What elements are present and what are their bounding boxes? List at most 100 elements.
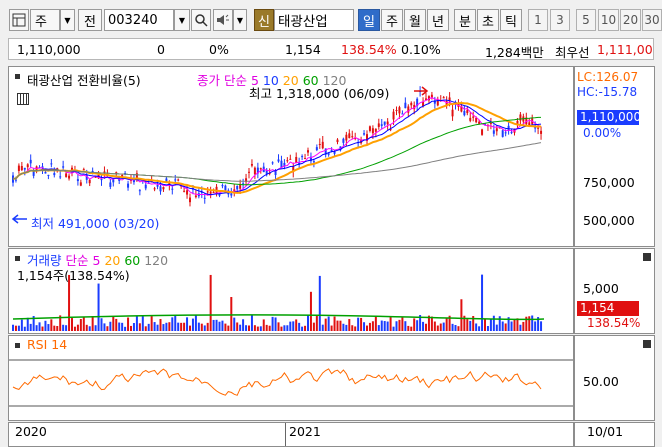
sin-badge[interactable]: 신 (254, 9, 274, 31)
price-ma20-line (12, 101, 541, 194)
price-candle (398, 107, 401, 114)
rsi-chart-panel[interactable]: RSI 14 (8, 335, 574, 421)
mode-label: 주 (35, 14, 47, 30)
period-year-button[interactable]: 년 (427, 9, 449, 31)
volume-bar (439, 323, 442, 331)
volume-bar (531, 315, 534, 331)
volume-bar (206, 322, 209, 331)
volume-bar (212, 319, 215, 331)
interval-3-label: 3 (556, 13, 564, 27)
price-candle (451, 109, 454, 117)
volume-bar (165, 322, 168, 331)
volume-bar (380, 320, 383, 331)
sound-dropdown-icon[interactable]: ▼ (233, 9, 247, 31)
volume-bar (371, 321, 374, 331)
volume-bar (277, 322, 280, 331)
volume-bar (410, 326, 413, 331)
period-week-button[interactable]: 주 (381, 9, 403, 31)
volume-bar (180, 322, 183, 331)
volume-bar (82, 316, 85, 331)
volume-bar (138, 323, 141, 331)
price-chart-panel[interactable]: 태광산업 전환비율(5) 종가 단순 5 10 20 60 120 최고 1,3… (8, 66, 574, 247)
chart-layout-icon[interactable] (9, 9, 29, 31)
volume-bar (168, 322, 171, 331)
volume-axis: 5,000 1,154 138.54% (574, 248, 655, 334)
volume-bar (265, 324, 268, 331)
volume-bar (56, 326, 59, 331)
jeon-label: 전 (84, 14, 96, 30)
volume-bar (218, 321, 221, 331)
volume-bar (233, 317, 236, 331)
unit-second-button[interactable]: 초 (477, 9, 499, 31)
trade-amount: 1,284백만 (485, 45, 544, 60)
lc-value: LC:126.07 (577, 70, 639, 84)
price-candle (289, 158, 292, 160)
mode-dropdown-icon[interactable]: ▼ (60, 9, 75, 31)
search-icon[interactable] (191, 9, 211, 31)
panel-marker-icon (15, 74, 20, 79)
volume-bar (442, 322, 445, 331)
price-candle (194, 195, 197, 198)
interval-30-button[interactable]: 30 (642, 9, 662, 31)
price-candle (504, 132, 507, 134)
volume-bar (501, 321, 504, 331)
change-percent: 0% (209, 42, 229, 57)
volume-bar (17, 325, 20, 331)
volume-bar (100, 318, 103, 331)
volume-bar (339, 320, 342, 331)
vma120-label: 120 (144, 253, 169, 268)
volume-bar (345, 324, 348, 331)
volume-bar (118, 322, 121, 331)
price-candle (463, 111, 466, 116)
panel-close-icon[interactable] (643, 253, 651, 261)
period-day-button[interactable]: 일 (358, 9, 380, 31)
volume-bar (489, 318, 492, 331)
volume-bar (177, 322, 180, 331)
volume-bar (171, 317, 174, 331)
interval-10-button[interactable]: 10 (598, 9, 619, 31)
quote-info-bar: 1,110,000 0 0% 1,154 138.54% 0.10% 1,284… (8, 38, 654, 60)
volume-bar (478, 326, 481, 331)
interval-1-button[interactable]: 1 (528, 9, 548, 31)
stock-code-input[interactable]: 003240 (104, 9, 174, 31)
ma-indicator-name: 종가 단순 (197, 73, 247, 88)
volume-bar (274, 317, 277, 331)
interval-3-button[interactable]: 3 (550, 9, 570, 31)
volume-bar (407, 325, 410, 331)
unit-minute-button[interactable]: 분 (454, 9, 476, 31)
price-candle (386, 121, 389, 125)
low-annotation: 최저 491,000 (03/20) (31, 216, 160, 231)
interval-1-label: 1 (534, 13, 542, 27)
panel-close-icon[interactable] (643, 340, 651, 348)
interval-10-label: 10 (600, 13, 617, 27)
table-grid-icon[interactable] (17, 93, 29, 105)
volume-bar (363, 322, 366, 331)
mode-select[interactable]: 주 (30, 9, 60, 31)
volume-bar (106, 326, 109, 331)
jeon-button[interactable]: 전 (78, 9, 102, 31)
volume-bar (141, 316, 144, 331)
period-month-button[interactable]: 월 (404, 9, 426, 31)
volume-bar (510, 321, 513, 331)
price-tick-750000: 750,000 (583, 175, 635, 190)
volume-bar (360, 317, 363, 331)
current-volume-pct: 138.54% (587, 316, 641, 330)
unit-tick-button[interactable]: 틱 (500, 9, 522, 31)
volume-bar (315, 315, 318, 331)
sound-icon[interactable] (213, 9, 233, 31)
volume-bar (513, 319, 516, 331)
volume-chart-panel[interactable]: 거래량 단순 5 20 60 120 1,154주(138.54%) (8, 248, 574, 334)
volume-bar (336, 320, 339, 331)
volume-bar (53, 325, 56, 331)
price-candle (295, 156, 298, 163)
interval-20-button[interactable]: 20 (620, 9, 641, 31)
code-dropdown-icon[interactable]: ▼ (174, 9, 190, 31)
interval-5-button[interactable]: 5 (576, 9, 596, 31)
rsi-tick-50: 50.00 (583, 374, 619, 389)
price-candle (127, 183, 130, 188)
volume-bar (389, 317, 392, 331)
volume-bar (495, 324, 498, 331)
price-candle (259, 168, 262, 170)
turnover-ratio: 0.10% (401, 42, 441, 57)
volume-bar (451, 323, 454, 331)
